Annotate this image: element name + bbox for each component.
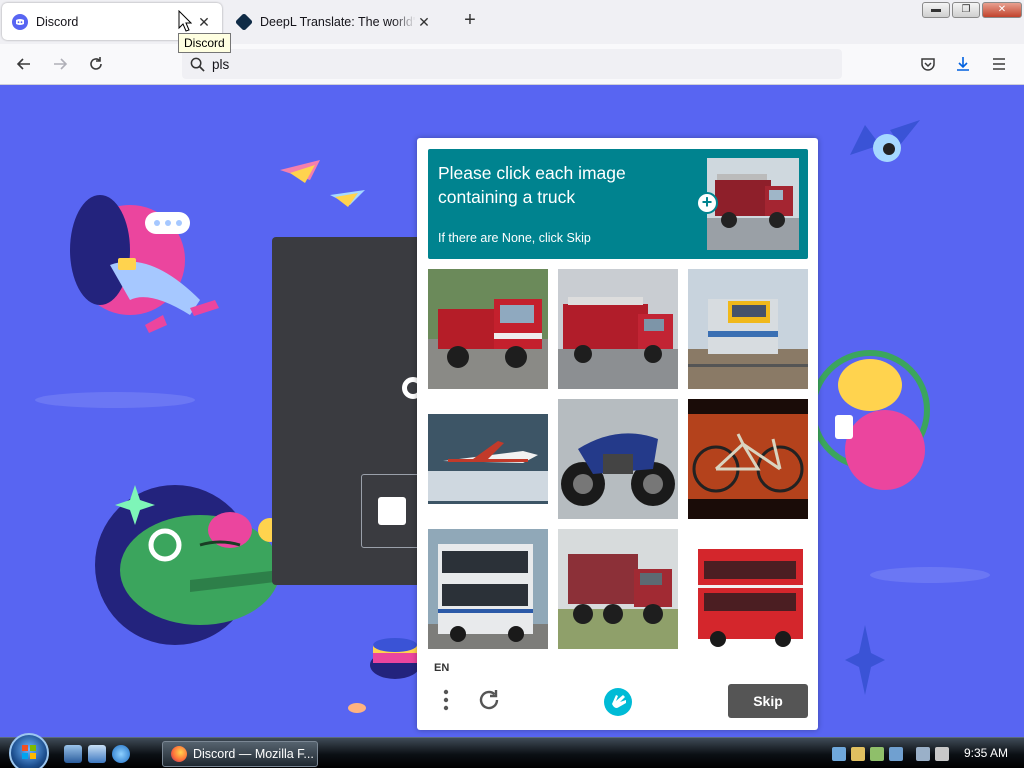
- pocket-button[interactable]: [916, 52, 940, 76]
- firefox-icon: [171, 746, 187, 762]
- bat-character-illustration: [850, 120, 920, 162]
- start-button[interactable]: [9, 733, 49, 768]
- menu-button[interactable]: [987, 52, 1011, 76]
- green-monster-illustration: [95, 485, 282, 645]
- image-tile-bicycle[interactable]: [688, 399, 808, 519]
- language-selector[interactable]: EN: [434, 662, 449, 674]
- image-tile-train[interactable]: [688, 269, 808, 389]
- sparkle-decoration: [845, 625, 885, 695]
- downloads-button[interactable]: [951, 52, 975, 76]
- challenge-subtext: If there are None, click Skip: [438, 231, 591, 245]
- forward-button[interactable]: [48, 52, 72, 76]
- cloud-decoration: [870, 567, 990, 583]
- image-tile-bus[interactable]: [688, 529, 808, 649]
- tab-bar: Discord ✕ DeepL Translate: The world's m…: [0, 0, 1024, 44]
- image-tile-truck[interactable]: [428, 269, 548, 389]
- cloud-decoration: [35, 392, 195, 408]
- switch-windows-icon[interactable]: [88, 745, 106, 763]
- network-icon[interactable]: [916, 747, 930, 761]
- navigation-toolbar: pls: [0, 44, 1024, 85]
- tray-app-icon[interactable]: [889, 747, 903, 761]
- image-tile-truck[interactable]: [558, 529, 678, 649]
- paper-planes-decoration: [280, 160, 365, 207]
- deepl-icon: [234, 12, 254, 31]
- tray-app-icon[interactable]: [851, 747, 865, 761]
- image-grid: [428, 269, 808, 649]
- mouse-cursor-icon: [178, 10, 192, 32]
- download-icon: [957, 57, 969, 71]
- image-tile-airplane[interactable]: [428, 399, 548, 519]
- hamburger-menu-icon: [993, 58, 1005, 70]
- internet-explorer-icon[interactable]: [112, 745, 130, 763]
- maximize-button[interactable]: ❐: [952, 2, 980, 18]
- back-arrow-icon: [16, 58, 30, 70]
- hcaptcha-logo-icon[interactable]: [603, 687, 633, 717]
- back-button[interactable]: [12, 52, 36, 76]
- tab-title: Discord: [36, 14, 79, 29]
- close-window-button[interactable]: ✕: [982, 2, 1022, 18]
- example-image: [707, 158, 799, 250]
- challenge-prompt: Please click each image containing a tru…: [438, 163, 626, 207]
- expand-example-icon[interactable]: +: [696, 192, 718, 214]
- login-card-background: [272, 237, 432, 585]
- tray-app-icon[interactable]: [870, 747, 884, 761]
- forward-arrow-icon: [54, 58, 68, 70]
- discord-page-background: Please click each image containing a tru…: [0, 85, 1024, 737]
- taskbar-clock[interactable]: 9:35 AM: [964, 746, 1008, 760]
- more-options-icon[interactable]: [433, 687, 459, 713]
- crumb-decoration: [348, 703, 366, 713]
- show-desktop-icon[interactable]: [64, 745, 82, 763]
- challenge-header: Please click each image containing a tru…: [428, 149, 808, 259]
- close-tab-icon[interactable]: ✕: [196, 14, 212, 30]
- hcaptcha-challenge: Please click each image containing a tru…: [417, 138, 818, 730]
- minimize-button[interactable]: ▬: [922, 2, 950, 18]
- discord-icon: [12, 13, 28, 30]
- image-tile-truck[interactable]: [558, 269, 678, 389]
- reload-icon: [90, 57, 102, 70]
- reload-button[interactable]: [84, 52, 108, 76]
- url-text: pls: [212, 56, 230, 72]
- tab-title: DeepL Translate: The world's most accura…: [260, 14, 416, 29]
- character-on-phone-illustration: [70, 195, 219, 333]
- tab-deepl[interactable]: DeepL Translate: The world's most accura…: [226, 3, 442, 40]
- windows-taskbar: Discord — Mozilla F... 9:35 AM: [0, 733, 1024, 768]
- refresh-challenge-icon[interactable]: [476, 687, 502, 713]
- url-bar[interactable]: pls: [182, 49, 842, 79]
- taskbar-firefox-button[interactable]: Discord — Mozilla F...: [162, 741, 318, 767]
- qr-code-square: [378, 497, 406, 525]
- cake-decoration: [370, 638, 420, 679]
- taskbar-task-label: Discord — Mozilla F...: [193, 747, 314, 761]
- skip-button[interactable]: Skip: [728, 684, 808, 718]
- pocket-icon: [921, 58, 935, 71]
- windows-logo-icon: [22, 745, 36, 759]
- volume-muted-icon[interactable]: [935, 747, 949, 761]
- close-tab-icon[interactable]: ✕: [416, 14, 432, 30]
- window-controls: ▬ ❐ ✕: [922, 2, 1022, 18]
- yellow-character-illustration: [810, 350, 930, 490]
- tray-app-icon[interactable]: [832, 747, 846, 761]
- image-tile-bus[interactable]: [428, 529, 548, 649]
- search-icon: [182, 57, 212, 72]
- qr-code-box: [361, 474, 421, 548]
- image-tile-motorcycle[interactable]: [558, 399, 678, 519]
- tab-tooltip: Discord: [178, 33, 231, 53]
- new-tab-button[interactable]: +: [459, 10, 481, 32]
